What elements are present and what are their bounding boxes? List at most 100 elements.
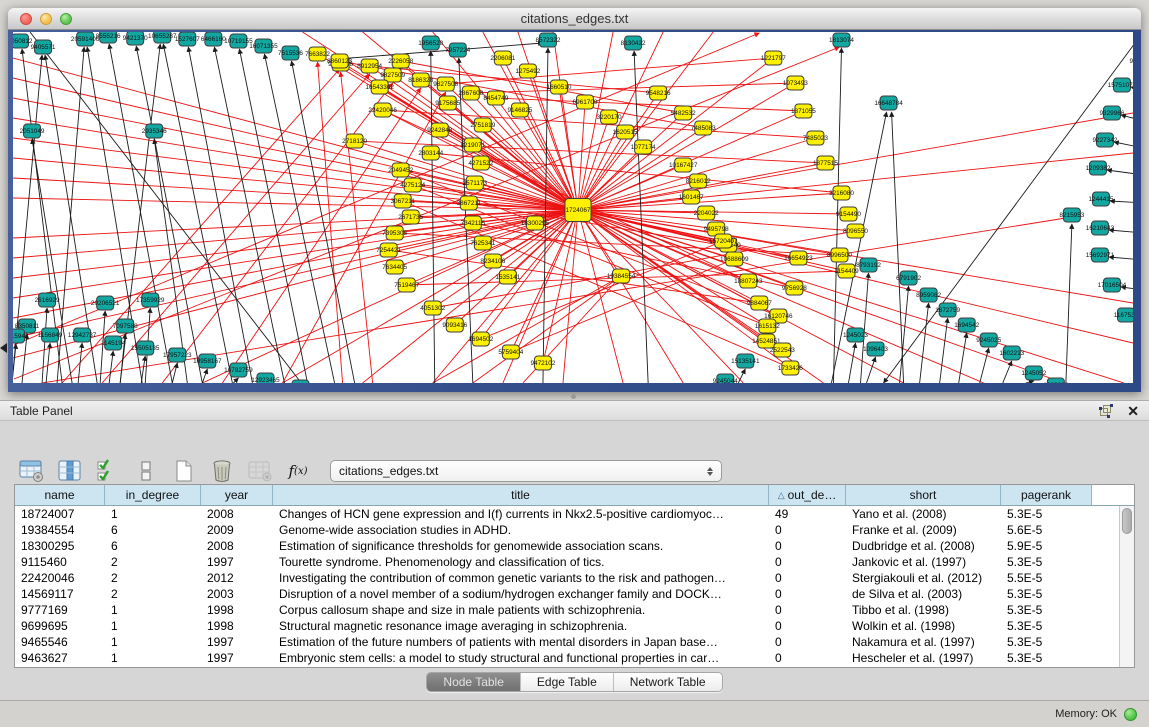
function-builder-icon[interactable]: f(x): [284, 458, 312, 484]
column-header-in_degree[interactable]: in_degree: [105, 485, 201, 505]
table-cell: Nakamura et al. (1997): [846, 634, 1001, 650]
svg-text:9227342: 9227342: [1092, 137, 1117, 144]
table-cell: 22420046: [15, 570, 105, 586]
svg-text:1694502: 1694502: [468, 336, 493, 343]
svg-text:1535141: 1535141: [495, 274, 520, 281]
new-table-icon[interactable]: [170, 458, 198, 484]
svg-text:8219071: 8219071: [460, 142, 485, 149]
table-row[interactable]: 946554611997Estimation of the future num…: [15, 634, 1134, 650]
svg-text:2206081: 2206081: [490, 55, 515, 62]
svg-text:15751074: 15751074: [1108, 82, 1133, 89]
table-cell: 1997: [201, 634, 273, 650]
column-header-year[interactable]: year: [201, 485, 273, 505]
select-visible-columns-icon[interactable]: [94, 458, 122, 484]
table-cell: 5.9E-5: [1001, 538, 1092, 554]
table-row[interactable]: 1456911722003Disruption of a novel membe…: [15, 586, 1134, 602]
svg-text:7097588: 7097588: [113, 323, 138, 330]
svg-text:12923465: 12923465: [251, 377, 280, 383]
table-row[interactable]: 1830029562008Estimation of significance …: [15, 538, 1134, 554]
table-cell: 9777169: [15, 602, 105, 618]
vertical-scrollbar[interactable]: [1119, 506, 1134, 667]
svg-text:16648784: 16648784: [874, 100, 903, 107]
svg-text:1973493: 1973493: [783, 80, 808, 87]
svg-text:4051302: 4051302: [420, 305, 445, 312]
table-cell: 1998: [201, 602, 273, 618]
table-row[interactable]: 977716911998Corpus callosum shape and si…: [15, 602, 1134, 618]
table-cell: Corpus callosum shape and size in male p…: [273, 602, 769, 618]
table-row[interactable]: 969969511998Structural magnetic resonanc…: [15, 618, 1134, 634]
svg-text:22420046: 22420046: [368, 107, 397, 114]
tab-edge-table[interactable]: Edge Table: [521, 673, 614, 691]
column-header-out_de[interactable]: △out_de…: [769, 485, 846, 505]
column-header-title[interactable]: title: [273, 485, 769, 505]
table-cell: Disruption of a novel member of a sodium…: [273, 586, 769, 602]
svg-text:2204022: 2204022: [694, 210, 719, 217]
tab-node-table[interactable]: Node Table: [427, 673, 521, 691]
table-cell: 19384554: [15, 522, 105, 538]
memory-label: Memory: OK: [1055, 708, 1117, 720]
svg-text:1813074: 1813074: [829, 37, 854, 44]
table-cell: 0: [769, 634, 846, 650]
table-panel: Table Panel ✕: [0, 400, 1149, 700]
table-cell: Changes of HCN gene expression and I(f) …: [273, 506, 769, 522]
table-row[interactable]: 1872400712008Changes of HCN gene express…: [15, 506, 1134, 522]
table-row[interactable]: 2242004622012Investigating the contribut…: [15, 570, 1134, 586]
float-panel-icon[interactable]: [1099, 404, 1113, 418]
svg-text:1221797: 1221797: [761, 55, 786, 62]
svg-text:9827508: 9827508: [433, 81, 458, 88]
table-cell: 2012: [201, 570, 273, 586]
network-canvas[interactable]: 2050812940557120591406855521694213701065…: [13, 32, 1133, 383]
svg-text:2671735: 2671735: [398, 214, 423, 221]
table-cell: Estimation of significance thresholds fo…: [273, 538, 769, 554]
table-row[interactable]: 1938455462009Genome-wide association stu…: [15, 522, 1134, 538]
close-panel-icon[interactable]: ✕: [1127, 404, 1139, 418]
status-bar: Memory: OK: [0, 700, 1149, 727]
table-cell: 1997: [201, 554, 273, 570]
column-header-pagerank[interactable]: pagerank: [1001, 485, 1092, 505]
svg-text:7342115: 7342115: [461, 220, 486, 227]
table-cell: 5.6E-5: [1001, 522, 1092, 538]
svg-text:6791902: 6791902: [896, 275, 921, 282]
table-cell: 9465546: [15, 634, 105, 650]
memory-status-icon[interactable]: [1124, 708, 1137, 721]
table-settings-icon[interactable]: [18, 458, 46, 484]
table-row[interactable]: 946362711997Embryonic stem cells: a mode…: [15, 650, 1134, 666]
table-cell: 0: [769, 554, 846, 570]
show-columns-icon[interactable]: [56, 458, 84, 484]
table-row[interactable]: 911546021997Tourette syndrome. Phenomeno…: [15, 554, 1134, 570]
table-cell: 0: [769, 650, 846, 666]
table-body: 1872400712008Changes of HCN gene express…: [15, 506, 1134, 666]
table-panel-header: Table Panel ✕: [0, 400, 1149, 421]
node-table: namein_degreeyeartitle△out_de…shortpager…: [14, 484, 1135, 668]
scrollbar-thumb[interactable]: [1122, 508, 1132, 534]
column-header-short[interactable]: short: [846, 485, 1001, 505]
table-selector[interactable]: citations_edges.txt: [330, 460, 722, 482]
svg-text:2751819: 2751819: [470, 122, 495, 129]
table-cell: 0: [769, 570, 846, 586]
window-titlebar[interactable]: citations_edges.txt: [8, 8, 1141, 30]
table-cell: 1998: [201, 618, 273, 634]
table-cell: Yano et al. (2008): [846, 506, 1001, 522]
svg-text:16782759: 16782759: [224, 367, 253, 374]
svg-text:1724067: 1724067: [566, 207, 591, 214]
svg-text:9756928: 9756928: [782, 285, 807, 292]
svg-text:8912954: 8912954: [357, 63, 382, 70]
table-cell: Dudbridge et al. (2008): [846, 538, 1001, 554]
svg-text:2051049: 2051049: [20, 128, 45, 135]
tab-network-table[interactable]: Network Table: [614, 673, 722, 691]
collapsed-panel-arrow-icon[interactable]: [0, 343, 7, 353]
row-height-icon[interactable]: [132, 458, 160, 484]
svg-text:9329966: 9329966: [1100, 110, 1125, 117]
delete-table-icon[interactable]: [208, 458, 236, 484]
svg-text:12942737: 12942737: [68, 332, 97, 339]
table-cell: 5.5E-5: [1001, 570, 1092, 586]
svg-text:9472102: 9472102: [530, 360, 555, 367]
table-header-row: namein_degreeyeartitle△out_de…shortpager…: [15, 485, 1134, 506]
splitter-handle[interactable]: [571, 394, 576, 399]
svg-text:7519467: 7519467: [394, 282, 419, 289]
svg-text:8860123: 8860123: [327, 58, 352, 65]
table-cell: 9463627: [15, 650, 105, 666]
svg-text:9421370: 9421370: [123, 35, 148, 42]
column-header-name[interactable]: name: [15, 485, 105, 505]
table-cell: 0: [769, 618, 846, 634]
